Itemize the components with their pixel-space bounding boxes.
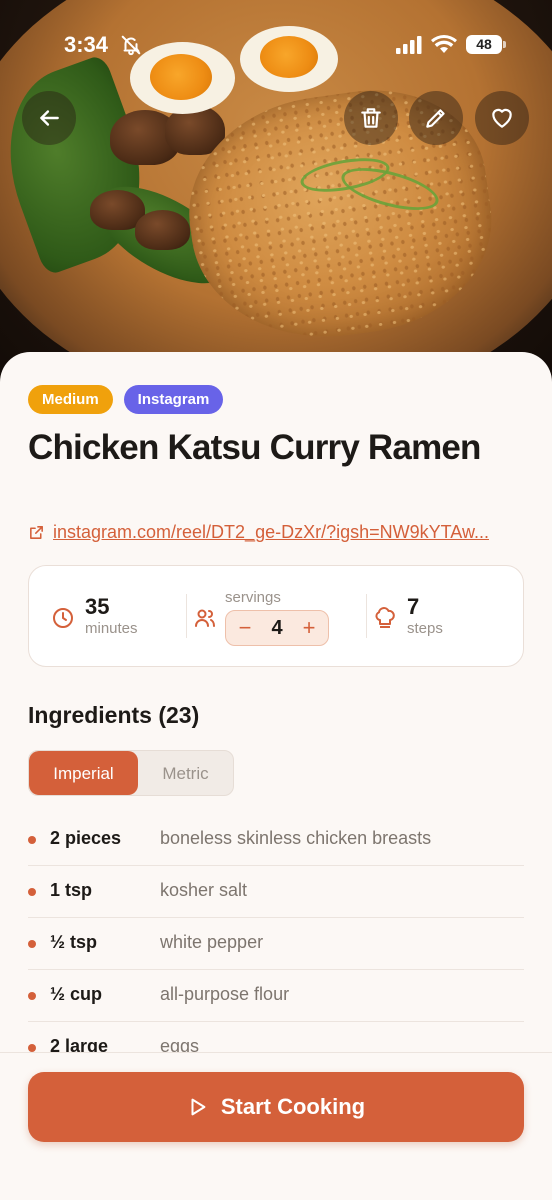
decrease-servings-button[interactable]: − — [228, 611, 262, 645]
ingredient-row: ½ cup all-purpose flour — [28, 970, 524, 1022]
people-icon — [195, 609, 215, 627]
stats-divider — [366, 594, 367, 638]
metric-tab[interactable]: Metric — [138, 751, 233, 795]
bottom-action-bar: Start Cooking — [0, 1052, 552, 1200]
start-cooking-label[interactable]: Start Cooking — [221, 1094, 365, 1120]
steps-value: 7 — [407, 594, 420, 619]
imperial-tab[interactable]: Imperial — [29, 751, 138, 795]
ingredient-name: all-purpose flour — [160, 984, 290, 1004]
ingredient-row: 1 tsp kosher salt — [28, 866, 524, 918]
ingredient-name: boneless skinless chicken breasts — [160, 828, 432, 848]
mushroom — [135, 210, 190, 250]
cook-time-value: 35 — [85, 594, 110, 619]
bullet-dot — [28, 940, 36, 948]
ingredient-name: kosher salt — [160, 880, 248, 900]
wifi-icon — [431, 35, 457, 53]
servings-stepper: − 4 + — [225, 610, 329, 646]
steps-unit: steps — [407, 620, 443, 637]
source-badge: Instagram — [123, 385, 224, 414]
battery-indicator: 48 — [466, 35, 506, 54]
bullet-dot — [28, 1044, 36, 1052]
cook-time-unit: minutes — [85, 620, 138, 637]
heart-icon — [492, 108, 512, 128]
stats-divider — [186, 594, 187, 638]
bullet-dot — [28, 992, 36, 1000]
delete-button[interactable] — [344, 91, 398, 145]
ingredients-heading: Ingredients (23) — [28, 702, 200, 728]
servings-value: 4 — [271, 617, 283, 639]
source-link[interactable]: instagram.com/reel/DT2_ge-DzXr/?igsh=NW9… — [28, 522, 489, 543]
unit-toggle: Imperial Metric — [28, 750, 234, 796]
source-link-text[interactable]: instagram.com/reel/DT2_ge-DzXr/?igsh=NW9… — [53, 522, 489, 543]
favorite-button[interactable] — [475, 91, 529, 145]
recipe-title: Chicken Katsu Curry Ramen — [28, 428, 481, 467]
status-time: 3:34 — [64, 32, 109, 57]
bullet-dot — [28, 836, 36, 844]
pencil-icon — [426, 109, 445, 128]
back-button[interactable] — [22, 91, 76, 145]
ingredient-quantity: 2 pieces — [50, 828, 122, 848]
edit-button[interactable] — [409, 91, 463, 145]
ingredient-row: 2 pieces boneless skinless chicken breas… — [28, 814, 524, 866]
ingredient-list: 2 pieces boneless skinless chicken breas… — [28, 814, 524, 1074]
clock-icon — [53, 608, 73, 628]
bell-muted-icon — [121, 35, 141, 56]
play-icon — [191, 1098, 206, 1116]
servings-label: servings — [225, 589, 281, 606]
ingredient-name: white pepper — [160, 932, 264, 952]
trash-icon — [361, 108, 381, 128]
cook-time-stat: 35 minutes — [51, 594, 138, 638]
start-cooking-button[interactable]: Start Cooking — [28, 1072, 524, 1142]
steps-stat: 7 steps — [373, 594, 443, 638]
ingredient-quantity: ½ cup — [50, 984, 103, 1004]
ingredient-quantity: ½ tsp — [50, 932, 98, 952]
external-link-icon — [30, 526, 43, 539]
status-bar: 3:34 48 — [0, 0, 552, 90]
badge-row: Medium Instagram — [28, 385, 224, 414]
cellular-signal-icon — [396, 36, 422, 54]
ingredient-quantity: 1 tsp — [50, 880, 93, 900]
difficulty-badge: Medium — [28, 385, 113, 414]
increase-servings-button[interactable]: + — [292, 611, 326, 645]
back-arrow-icon — [40, 110, 59, 126]
recipe-stats-card: 35 minutes servings − 4 + 7 steps — [28, 565, 524, 667]
bullet-dot — [28, 888, 36, 896]
chef-hat-icon — [375, 607, 395, 628]
ingredient-row: ½ tsp white pepper — [28, 918, 524, 970]
